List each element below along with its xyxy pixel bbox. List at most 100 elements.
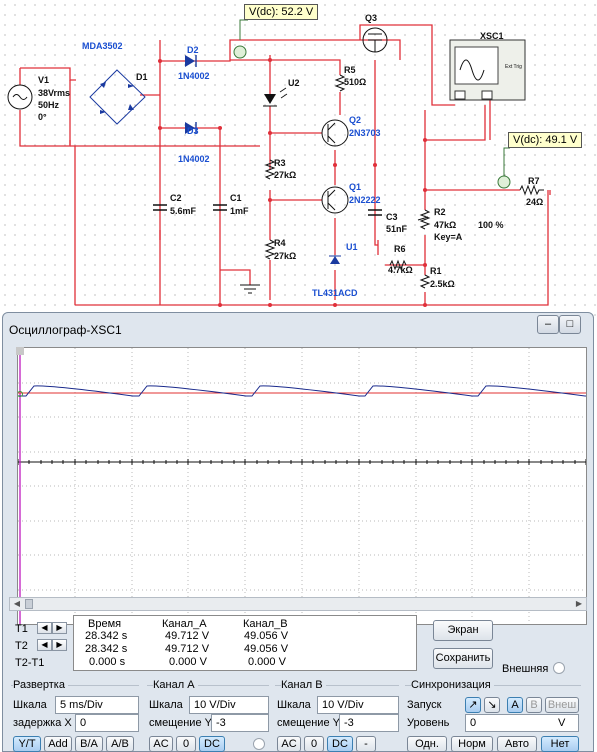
component-label: Q3: [365, 13, 378, 23]
channel-b-zero-button[interactable]: 0: [304, 736, 324, 752]
component-label: Ext Trig: [505, 64, 522, 70]
channel-a-scale-label: Шкала: [149, 699, 183, 711]
component-label: D1: [136, 72, 148, 82]
channel-b-offset-field[interactable]: -3: [339, 714, 399, 732]
trigger-source-b-button[interactable]: B: [526, 697, 542, 713]
component-value: 2N2222: [349, 195, 381, 205]
trigger-level-field[interactable]: 0V: [465, 714, 579, 732]
component-value: 27kΩ: [274, 251, 297, 261]
col-header-channel-a: Канал_A: [162, 618, 207, 630]
component-value: 50Hz: [38, 100, 60, 110]
component-label: XSC1: [480, 31, 504, 41]
component-label: R6: [394, 244, 406, 254]
channel-a-radio[interactable]: [253, 738, 265, 750]
component-value: 0°: [38, 112, 47, 122]
t1-left-arrow-button[interactable]: ◀: [37, 622, 52, 634]
minimize-button[interactable]: –: [537, 315, 559, 334]
component-value: 1mF: [230, 206, 249, 216]
component-label: Q1: [349, 182, 362, 192]
single-mode-button[interactable]: Одн.: [407, 736, 447, 752]
channel-b-dc-button[interactable]: DC: [327, 736, 353, 752]
t1-channel-a: 49.712 V: [165, 630, 210, 642]
component-label: R3: [274, 158, 286, 168]
timebase-delay-field[interactable]: 0: [75, 714, 139, 732]
schematic-canvas[interactable]: V(dc): 52.2 V V(dc): 49.1 V MDA3502 D1 V…: [0, 0, 597, 318]
component-label: R2: [434, 207, 446, 217]
external-trigger-radio[interactable]: [553, 662, 565, 674]
t1-channel-b: 49.056 V: [244, 630, 289, 642]
window-titlebar[interactable]: Осциллограф-XSC1 – □ x: [3, 313, 593, 343]
bridge-part-label: MDA3502: [82, 41, 123, 51]
oscilloscope-window: Осциллограф-XSC1 – □ x ◀ ▶ T1 ◀ ▶ T2 ◀ ▶…: [2, 312, 597, 752]
trigger-title: Синхронизация: [411, 679, 494, 691]
component-value: 51nF: [386, 224, 408, 234]
channel-a-offset-field[interactable]: -3: [211, 714, 269, 732]
t1-time: 28.342 s: [85, 630, 128, 642]
cursor-handle[interactable]: [16, 347, 24, 355]
t2-time: 28.342 s: [85, 643, 128, 655]
trigger-source-ext-button[interactable]: Внеш: [545, 697, 579, 713]
t2-right-arrow-button[interactable]: ▶: [52, 639, 67, 651]
component-label: U1: [346, 242, 358, 252]
t2-channel-b: 49.056 V: [244, 643, 289, 655]
channel-b-invert-button[interactable]: -: [356, 736, 376, 752]
t2-left-arrow-button[interactable]: ◀: [37, 639, 52, 651]
component-label: R5: [344, 65, 356, 75]
col-header-time: Время: [88, 618, 122, 630]
voltage-probe-readout[interactable]: V(dc): 49.1 V: [508, 132, 583, 148]
rising-edge-icon: ↗: [468, 699, 478, 711]
scroll-left-icon[interactable]: ◀: [10, 598, 24, 610]
channel-a-scale-field[interactable]: 10 V/Div: [189, 696, 269, 714]
voltage-probe-readout[interactable]: V(dc): 52.2 V: [244, 4, 319, 20]
trigger-level-label: Уровень: [407, 717, 450, 729]
channel-a-zero-button[interactable]: 0: [176, 736, 196, 752]
scroll-right-icon[interactable]: ▶: [572, 598, 586, 610]
component-value: Key=A: [434, 232, 463, 242]
falling-edge-button[interactable]: ↘: [484, 697, 500, 713]
t1-right-arrow-button[interactable]: ▶: [52, 622, 67, 634]
horizontal-scrollbar[interactable]: ◀ ▶: [9, 597, 587, 611]
t2-label: T2: [15, 640, 28, 652]
cursor-readout-table: Время Канал_A Канал_B 28.342 s 49.712 V …: [73, 615, 417, 671]
auto-mode-button[interactable]: Авто: [497, 736, 537, 752]
add-mode-button[interactable]: Add: [44, 736, 72, 752]
component-value: TL431ACD: [312, 288, 358, 298]
col-header-channel-b: Канал_B: [243, 618, 288, 630]
delta-channel-b: 0.000 V: [248, 656, 286, 668]
channel-a-offset-label: смещение Y: [149, 717, 212, 729]
component-label: C1: [230, 193, 242, 203]
reverse-screen-button[interactable]: Экран: [433, 620, 493, 641]
scrollbar-thumb[interactable]: [25, 599, 33, 609]
channel-a-dc-button[interactable]: DC: [199, 736, 225, 752]
yt-mode-button[interactable]: Y/T: [13, 736, 41, 752]
component-label: Q2: [349, 115, 362, 125]
ba-mode-button[interactable]: B/A: [75, 736, 103, 752]
component-label: R1: [430, 266, 442, 276]
delta-time: 0.000 s: [89, 656, 126, 668]
component-value: 510Ω: [344, 77, 367, 87]
channel-b-offset-label: смещение Y: [277, 717, 340, 729]
channel-a-ac-button[interactable]: AC: [149, 736, 173, 752]
component-label: U2: [288, 78, 300, 88]
channel-b-scale-field[interactable]: 10 V/Div: [317, 696, 399, 714]
rising-edge-button[interactable]: ↗: [465, 697, 481, 713]
channel-b-ac-button[interactable]: AC: [277, 736, 301, 752]
normal-mode-button[interactable]: Норм: [451, 736, 493, 752]
none-mode-button[interactable]: Нет: [541, 736, 579, 752]
component-value: 2.5kΩ: [430, 279, 455, 289]
component-label: V1: [38, 75, 50, 85]
component-value: 24Ω: [526, 197, 544, 207]
component-value: 100 %: [478, 220, 504, 230]
oscilloscope-screen[interactable]: [17, 347, 597, 625]
trigger-source-a-button[interactable]: A: [507, 697, 523, 713]
t2-channel-a: 49.712 V: [165, 643, 210, 655]
save-button[interactable]: Сохранить: [433, 648, 493, 669]
channel-b-scale-label: Шкала: [277, 699, 311, 711]
ab-mode-button[interactable]: A/B: [106, 736, 134, 752]
component-label: D2: [187, 45, 199, 55]
component-label: C2: [170, 193, 182, 203]
maximize-button[interactable]: □: [559, 315, 581, 334]
timebase-scale-field[interactable]: 5 ms/Div: [55, 696, 139, 714]
channel-a-trace: [18, 385, 597, 397]
component-value: 1N4002: [178, 71, 210, 81]
